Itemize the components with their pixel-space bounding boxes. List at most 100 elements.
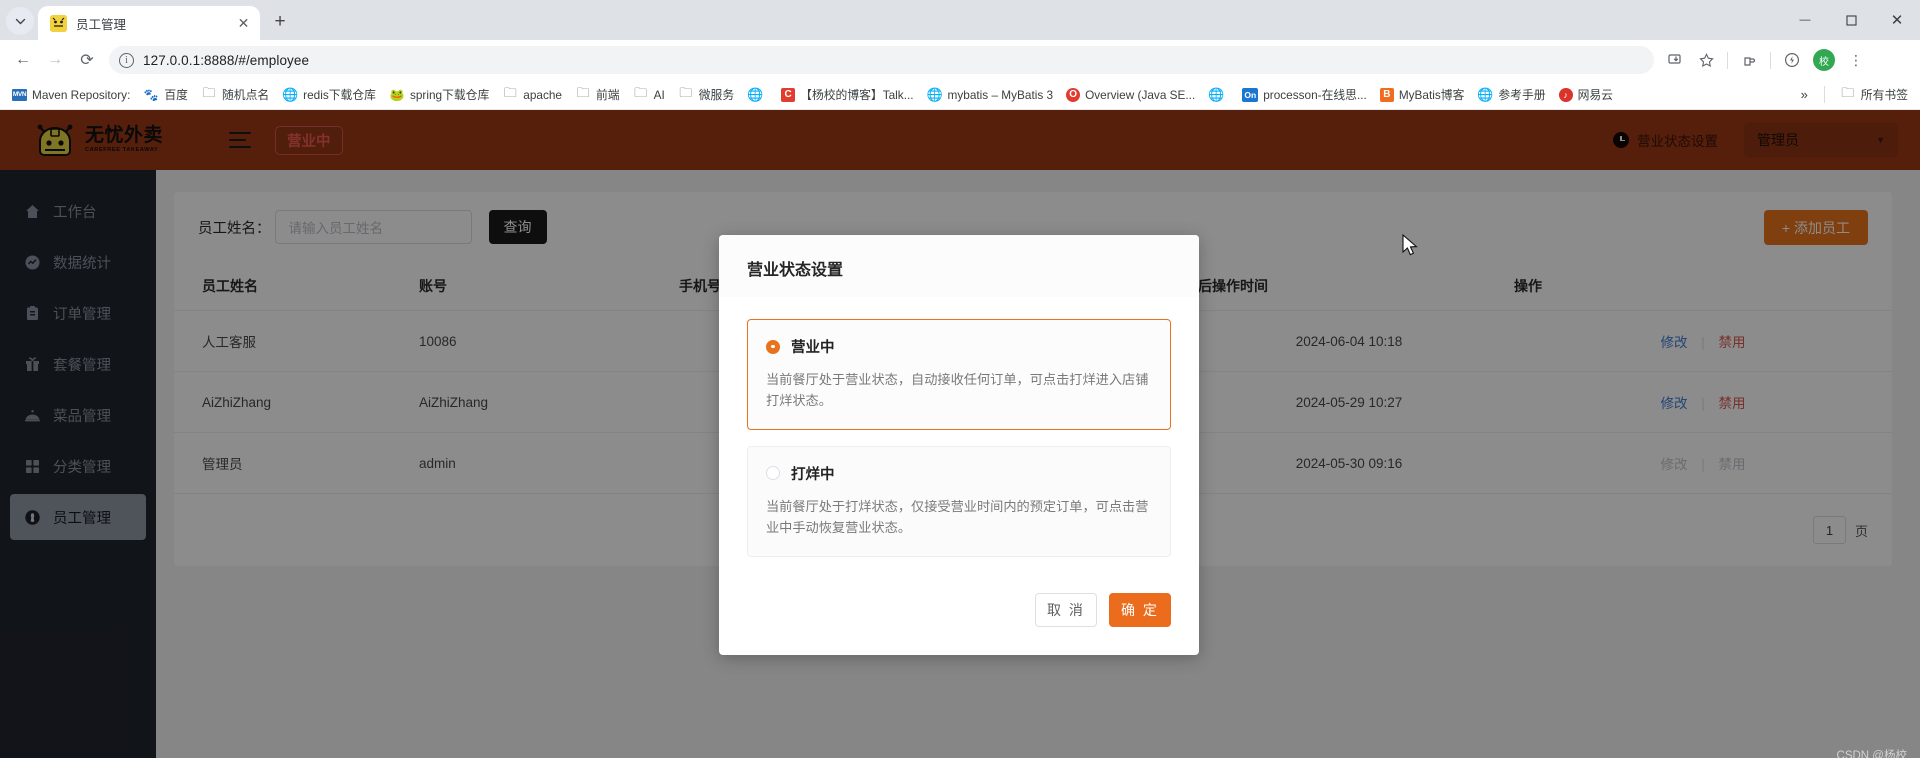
all-bookmarks-button[interactable]: 🗀 所有书签 — [1834, 83, 1914, 106]
kebab-menu-icon[interactable]: ⋮ — [1842, 46, 1870, 74]
radio-open-icon[interactable] — [766, 340, 780, 354]
bookmark-item[interactable]: ♪ 网易云 — [1553, 83, 1619, 106]
bookmark-item[interactable]: 🐾 百度 — [137, 83, 194, 106]
folder-icon: 🗀 — [633, 87, 649, 103]
info-icon[interactable]: i — [119, 53, 134, 68]
address-bar[interactable]: i 127.0.0.1:8888/#/employee — [109, 46, 1654, 74]
bookmark-label: AI — [654, 88, 665, 102]
globe-icon: 🌐 — [747, 87, 763, 103]
globe-icon: 🌐 — [282, 87, 298, 103]
flash-icon[interactable] — [1778, 46, 1806, 74]
browser-tabstrip: 员工管理 ✕ + — ✕ — [0, 0, 1920, 40]
folder-icon: 🗀 — [678, 87, 694, 103]
blogger-b-icon: B — [1380, 88, 1394, 102]
option-closed[interactable]: 打烊中 当前餐厅处于打烊状态，仅接受营业时间内的预定订单，可点击营业中手动恢复营… — [747, 446, 1171, 557]
maximize-button[interactable] — [1828, 0, 1874, 40]
install-app-icon[interactable] — [1662, 46, 1690, 74]
app-viewport: 无忧外卖 CAREFREE TAKEAWAY 营业中 营业状态设置 管理员 ▼ — [0, 110, 1920, 758]
reload-icon[interactable]: ⟳ — [72, 45, 102, 75]
bookmark-item[interactable]: 🗀 apache — [496, 84, 568, 106]
mascot-icon — [50, 15, 67, 32]
option-open-title: 营业中 — [791, 336, 835, 357]
bookmark-label: 网易云 — [1578, 86, 1613, 103]
bookmark-item[interactable]: 🌐 mybatis – MyBatis 3 — [921, 84, 1060, 106]
bookmark-label: spring下载仓库 — [410, 86, 489, 103]
bookmark-item[interactable]: 🌐 redis下载仓库 — [276, 83, 382, 106]
close-icon[interactable]: ✕ — [235, 15, 252, 32]
business-status-modal: 营业状态设置 营业中 当前餐厅处于营业状态，自动接收任何订单，可点击打烊进入店铺… — [719, 235, 1199, 655]
baidu-icon: 🐾 — [143, 87, 159, 103]
option-open-desc: 当前餐厅处于营业状态，自动接收任何订单，可点击打烊进入店铺打烊状态。 — [766, 369, 1152, 412]
bookmark-item[interactable]: C 【杨校的博客】Talk... — [775, 83, 919, 106]
on-icon: On — [1242, 88, 1258, 102]
folder-icon: 🗀 — [201, 87, 217, 103]
all-bookmarks-label: 所有书签 — [1861, 86, 1908, 103]
csdn-c-icon: C — [781, 88, 795, 102]
toolbar-divider — [1727, 52, 1728, 69]
option-open-head: 营业中 — [766, 336, 1152, 357]
bookmark-label: redis下载仓库 — [303, 86, 376, 103]
new-tab-button[interactable]: + — [266, 8, 294, 36]
bookmarks-overflow-icon[interactable]: » — [1794, 84, 1815, 105]
cancel-button[interactable]: 取 消 — [1035, 593, 1097, 627]
bookmark-item[interactable]: 🐸 spring下载仓库 — [383, 83, 495, 106]
window-close-button[interactable]: ✕ — [1874, 0, 1920, 40]
confirm-button[interactable]: 确 定 — [1109, 593, 1171, 627]
browser-toolbar: ← → ⟳ i 127.0.0.1:8888/#/employee 校 ⋮ — [0, 40, 1920, 80]
bookmark-item[interactable]: On processon-在线思... — [1236, 83, 1373, 106]
address-bar-url: 127.0.0.1:8888/#/employee — [143, 53, 309, 68]
modal-footer: 取 消 确 定 — [719, 583, 1199, 655]
option-open[interactable]: 营业中 当前餐厅处于营业状态，自动接收任何订单，可点击打烊进入店铺打烊状态。 — [747, 319, 1171, 430]
back-icon[interactable]: ← — [8, 45, 38, 75]
bookmark-item[interactable]: O Overview (Java SE... — [1060, 85, 1201, 105]
bookmark-item[interactable]: 🗀 微服务 — [672, 83, 740, 106]
screen-root: 员工管理 ✕ + — ✕ ← → ⟳ i 127.0.0.1:8888/#/em… — [0, 0, 1920, 758]
bookmark-label: 前端 — [596, 86, 620, 103]
bookmark-star-icon[interactable] — [1692, 46, 1720, 74]
folder-icon: 🗀 — [502, 87, 518, 103]
browser-tab[interactable]: 员工管理 ✕ — [38, 6, 260, 40]
folder-icon: 🗀 — [1840, 87, 1856, 103]
bookmark-item[interactable]: 🌐 参考手册 — [1471, 83, 1551, 106]
bookmark-label: 百度 — [164, 86, 188, 103]
window-controls: — ✕ — [1782, 0, 1920, 40]
jfrog-icon: 🐸 — [389, 87, 405, 103]
tab-list-icon[interactable] — [6, 7, 34, 35]
bookmark-label: 随机点名 — [222, 86, 269, 103]
bookmark-item[interactable]: 🗀 随机点名 — [195, 83, 275, 106]
bookmark-divider — [1824, 86, 1825, 103]
option-closed-head: 打烊中 — [766, 463, 1152, 484]
globe-icon: 🌐 — [1208, 87, 1224, 103]
bookmark-item[interactable]: 🗀 前端 — [569, 83, 626, 106]
bookmark-item[interactable]: 🌐 — [1202, 84, 1235, 106]
radio-closed-icon[interactable] — [766, 466, 780, 480]
bookmark-label: 微服务 — [699, 86, 734, 103]
minimize-button[interactable]: — — [1782, 0, 1828, 40]
bookmark-label: mybatis – MyBatis 3 — [948, 88, 1054, 102]
netease-music-icon: ♪ — [1559, 88, 1573, 102]
bookmark-item[interactable]: B MyBatis博客 — [1374, 83, 1471, 106]
bookmarks-overflow: » 🗀 所有书签 — [1794, 83, 1914, 106]
oracle-o-icon: O — [1066, 88, 1080, 102]
bookmark-item[interactable]: 🌐 — [741, 84, 774, 106]
modal-title: 营业状态设置 — [719, 235, 1199, 297]
watermark: CSDN @杨校 — [1837, 747, 1907, 758]
modal-body: 营业中 当前餐厅处于营业状态，自动接收任何订单，可点击打烊进入店铺打烊状态。 打… — [719, 297, 1199, 583]
tab-title: 员工管理 — [76, 14, 226, 33]
bookmark-label: Overview (Java SE... — [1085, 88, 1195, 102]
globe-icon: 🌐 — [1477, 87, 1493, 103]
toolbar-divider-2 — [1770, 52, 1771, 69]
bookmark-label: apache — [523, 88, 562, 102]
bookmark-label: processon-在线思... — [1263, 86, 1367, 103]
forward-icon[interactable]: → — [40, 45, 70, 75]
extensions-icon[interactable] — [1735, 46, 1763, 74]
bookmark-item[interactable]: 🗀 AI — [627, 84, 671, 106]
bookmark-item[interactable]: MVNMaven Repository: — [6, 85, 136, 105]
folder-icon: 🗀 — [575, 87, 591, 103]
bookmark-label: 【杨校的博客】Talk... — [800, 86, 913, 103]
globe-icon: 🌐 — [927, 87, 943, 103]
avatar[interactable]: 校 — [1813, 49, 1835, 71]
toolbar-icons: 校 ⋮ — [1662, 46, 1870, 74]
bookmark-label: MyBatis博客 — [1399, 86, 1465, 103]
bookmark-label: 参考手册 — [1498, 86, 1545, 103]
